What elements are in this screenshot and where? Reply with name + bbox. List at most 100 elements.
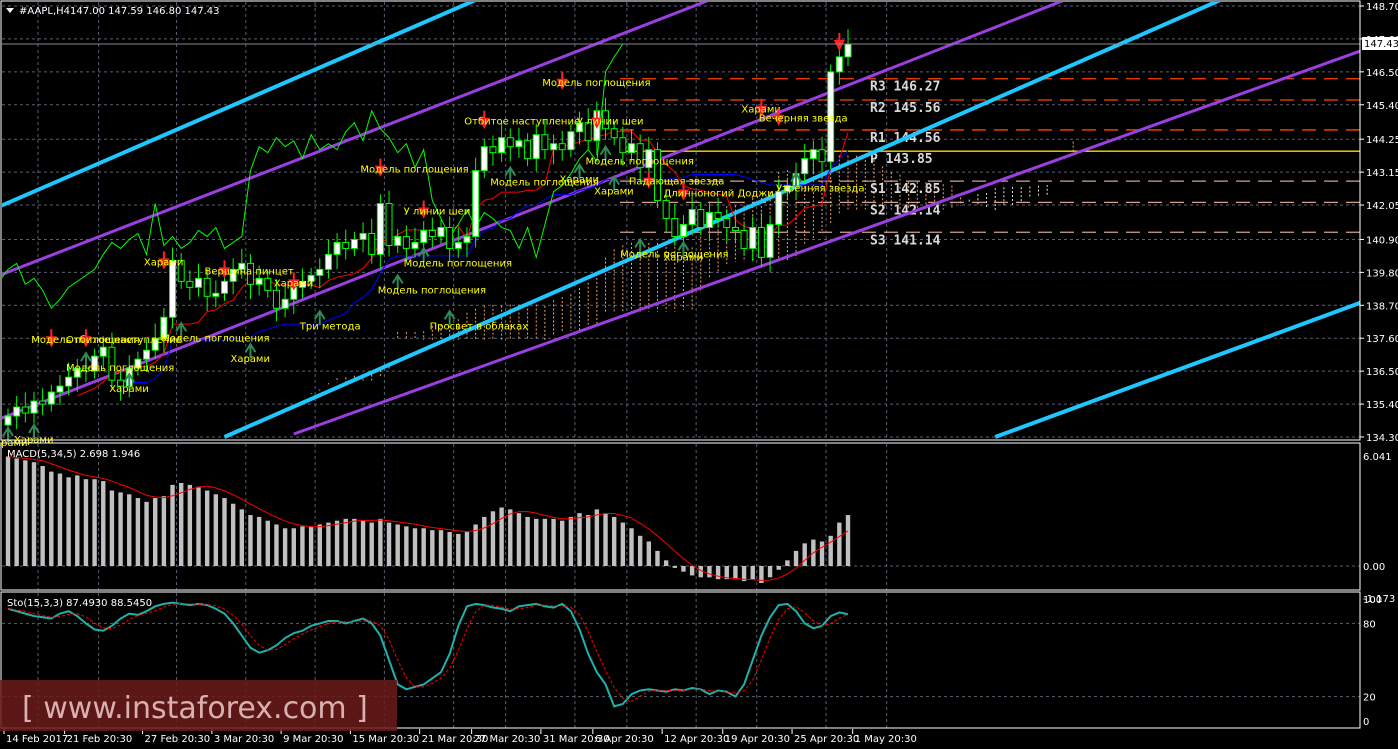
candle-body	[143, 349, 151, 360]
time-tick-label: 9 Mar 20:30	[283, 734, 343, 745]
pattern-label: Харами	[274, 278, 314, 289]
macd-bar	[456, 533, 461, 566]
candle-body	[342, 241, 350, 249]
price-tick-label: 138.70	[1366, 301, 1398, 312]
macd-label: MACD(5,34,5) 2.698 1.946	[7, 449, 140, 460]
macd-bar	[386, 522, 392, 566]
macd-bar	[265, 520, 270, 566]
time-tick-label: 19 Apr 20:30	[725, 734, 790, 745]
macd-bar	[101, 481, 106, 566]
ohlc-label: 147.00 147.59 146.80 147.43	[70, 6, 220, 17]
time-tick-label: 3 Mar 20:30	[214, 734, 274, 745]
pivot-label-r2: R2 145.56	[870, 101, 941, 116]
macd-bar	[715, 566, 721, 580]
candle-body	[809, 149, 817, 160]
candle-body	[801, 158, 809, 175]
price-tick-label: 144.25	[1366, 135, 1398, 146]
macd-bar	[577, 513, 582, 566]
macd-bar	[161, 496, 167, 566]
pattern-label: Харами	[230, 354, 270, 365]
candle-body	[740, 229, 748, 249]
candle-body	[454, 241, 462, 249]
macd-bar	[369, 522, 374, 566]
candle-body	[220, 280, 228, 294]
price-tick-label: 148.70	[1366, 2, 1398, 13]
candle-body	[489, 146, 497, 154]
price-tick-label: 135.40	[1366, 400, 1398, 411]
macd-bar	[378, 518, 383, 566]
macd-bar	[92, 479, 97, 566]
time-tick-label: 27 Mar 20:30	[474, 734, 541, 745]
candle-body	[255, 277, 263, 285]
macd-bar	[118, 492, 123, 566]
macd-bar	[23, 460, 28, 566]
pivot-label-s3: S3 141.14	[870, 233, 941, 248]
pattern-label: Харами	[144, 257, 184, 268]
macd-bar	[395, 524, 400, 566]
macd-bar	[153, 498, 158, 566]
macd-bar	[750, 566, 755, 580]
candle-body	[671, 218, 679, 237]
pattern-label: Харами	[560, 175, 600, 186]
macd-bar	[611, 516, 617, 566]
price-tick-label: 146.50	[1366, 68, 1398, 79]
macd-bar	[542, 518, 548, 566]
candle-body	[835, 56, 843, 73]
trading-chart[interactable]: R3 146.27R2 145.56R1 144.56P 143.85S1 14…	[0, 0, 1398, 749]
candle-body	[368, 232, 376, 255]
candle-body	[757, 226, 765, 258]
macd-bar	[127, 494, 132, 566]
symbol-label: #AAPL,H4	[19, 6, 70, 17]
last-price-value: 147.43	[1364, 39, 1398, 50]
macd-bar	[291, 528, 296, 566]
candle	[653, 142, 661, 209]
candle-body	[212, 292, 220, 297]
pattern-label: У линии шеи	[404, 207, 471, 218]
macd-bar	[5, 456, 11, 566]
macd-bar	[222, 498, 227, 566]
candle-body	[541, 134, 549, 151]
price-tick-label: 139.80	[1366, 268, 1398, 279]
price-tick-label: 145.40	[1366, 101, 1398, 112]
macd-bar	[239, 509, 245, 566]
candle-body	[39, 400, 47, 405]
watermark-text: [ www.instaforex.com ]	[22, 691, 368, 726]
macd-bar	[646, 541, 652, 566]
pattern-label: Просвет в облаках	[430, 321, 529, 332]
candle-body	[558, 143, 566, 151]
candle-body	[662, 200, 670, 220]
macd-bar	[594, 509, 600, 566]
candle-body	[428, 229, 436, 237]
macd-bar	[178, 482, 184, 566]
candle-body	[13, 406, 21, 417]
macd-bar	[421, 528, 426, 566]
price-tick-label: 137.60	[1366, 334, 1398, 345]
pattern-label: Модель поглощения	[542, 78, 650, 89]
candle-body	[705, 212, 713, 228]
macd-bar	[629, 528, 634, 566]
macd-bar	[109, 490, 115, 566]
macd-bar	[282, 528, 288, 566]
candle-body	[498, 137, 506, 154]
candle-body	[480, 146, 488, 172]
pattern-label: Модель поглощения	[66, 363, 174, 374]
pattern-label: Длинноногий Доджи	[663, 189, 773, 200]
candle-body	[333, 241, 341, 255]
macd-bar	[560, 520, 565, 566]
sto-tick-label: 80	[1363, 619, 1376, 630]
macd-bar	[196, 486, 201, 566]
macd-bar	[672, 566, 678, 568]
pivot-label-s1: S1 142.85	[870, 182, 940, 197]
macd-bar	[360, 520, 366, 566]
macd-bar	[681, 566, 686, 572]
sto-tick-label: 0	[1363, 717, 1369, 728]
macd-bar	[482, 516, 487, 566]
macd-bar	[534, 518, 539, 566]
candle-body	[203, 277, 211, 297]
macd-bar	[75, 475, 80, 566]
macd-bar	[83, 479, 89, 566]
macd-bar	[352, 518, 357, 566]
candle-body	[679, 223, 687, 237]
candle-body	[723, 218, 731, 228]
macd-bar	[14, 458, 19, 566]
